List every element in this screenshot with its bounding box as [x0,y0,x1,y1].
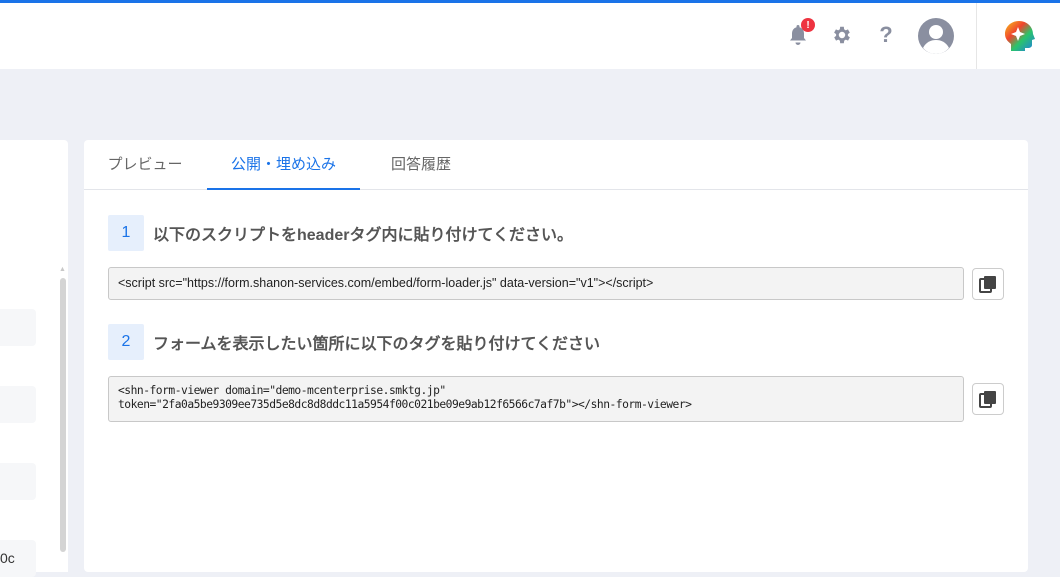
gear-icon [834,26,850,44]
script-code-field[interactable]: <script src="https://form.shanon-service… [108,267,964,300]
step-number: 1 [108,215,144,251]
ai-assistant-icon [1005,21,1035,51]
avatar-icon [918,18,954,55]
form-detail-panel: プレビュー 公開・埋め込み 回答履歴 1 以下のスクリプトをheaderタグ内に… [84,140,1028,572]
tag-code-textarea[interactable]: <shn-form-viewer domain="demo-mcenterpri… [108,376,964,422]
step-title: フォームを表示したい箇所に以下のタグを貼り付けてください [153,336,601,353]
left-field[interactable] [0,309,36,346]
notification-button[interactable]: ! [784,18,815,49]
step-2-header: 2 フォームを表示したい箇所に以下のタグを貼り付けてください [108,324,600,360]
tab-preview[interactable]: プレビュー [92,140,198,190]
notification-badge: ! [801,18,815,32]
left-field[interactable] [0,386,36,423]
copy-icon [979,391,996,408]
left-field[interactable] [0,463,36,500]
left-field-text: 0c [0,550,15,566]
tab-response-history[interactable]: 回答履歴 [368,140,474,190]
step-number: 2 [108,324,144,360]
ai-assistant-button[interactable] [1002,19,1036,53]
header-divider [976,3,977,69]
tab-publish-embed[interactable]: 公開・埋め込み [207,140,360,190]
top-header: ! ? [0,3,1060,69]
avatar-button[interactable] [917,17,955,55]
help-icon: ? [879,22,893,47]
left-field[interactable]: 0c [0,540,36,577]
copy-tag-button[interactable] [972,383,1004,415]
tab-bar: プレビュー 公開・埋め込み 回答履歴 [84,140,1028,190]
step-title: 以下のスクリプトをheaderタグ内に貼り付けてください。 [153,227,573,244]
left-panel-scrollbar[interactable] [60,278,66,552]
copy-icon [979,276,996,293]
copy-script-button[interactable] [972,268,1004,300]
help-button[interactable]: ? [872,21,900,49]
settings-button[interactable] [828,21,856,49]
left-panel: 0c [0,140,68,577]
step-1-header: 1 以下のスクリプトをheaderタグ内に貼り付けてください。 [108,215,573,251]
scroll-up-arrow[interactable]: ▲ [59,266,66,273]
